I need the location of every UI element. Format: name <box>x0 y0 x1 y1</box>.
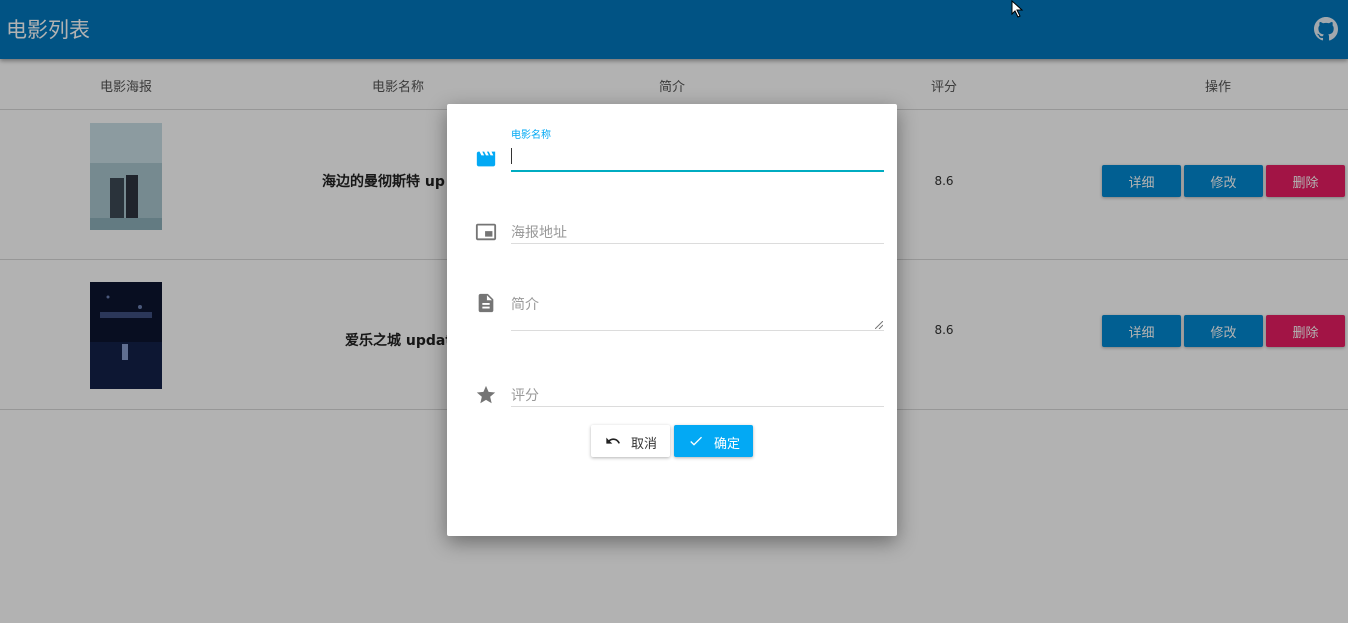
movie-name-underline <box>511 170 884 172</box>
poster-url-underline <box>511 243 884 244</box>
check-icon <box>690 436 702 446</box>
intro-underline <box>511 330 884 331</box>
undo-icon <box>606 437 620 444</box>
description-icon <box>478 293 494 313</box>
mouse-cursor-icon <box>1011 0 1024 18</box>
rating-underline <box>511 406 884 407</box>
resize-handle-icon[interactable] <box>875 321 883 329</box>
confirm-label: 确定 <box>714 437 741 452</box>
star-icon <box>476 385 496 404</box>
confirm-button[interactable]: 确定 <box>674 425 753 457</box>
picture-in-picture-icon <box>475 223 497 241</box>
movie-clapper-icon <box>476 151 496 167</box>
movie-name-label: 电影名称 <box>511 130 551 141</box>
intro-textarea[interactable]: 简介 <box>511 294 884 314</box>
edit-movie-dialog: 电影名称 海报地址 简介 评分 取消 确定 <box>447 104 897 536</box>
poster-url-input[interactable]: 海报地址 <box>511 222 884 242</box>
cancel-button[interactable]: 取消 <box>591 425 670 457</box>
movie-name-input[interactable] <box>511 144 884 170</box>
rating-input[interactable]: 评分 <box>511 385 884 405</box>
cancel-label: 取消 <box>631 437 658 452</box>
